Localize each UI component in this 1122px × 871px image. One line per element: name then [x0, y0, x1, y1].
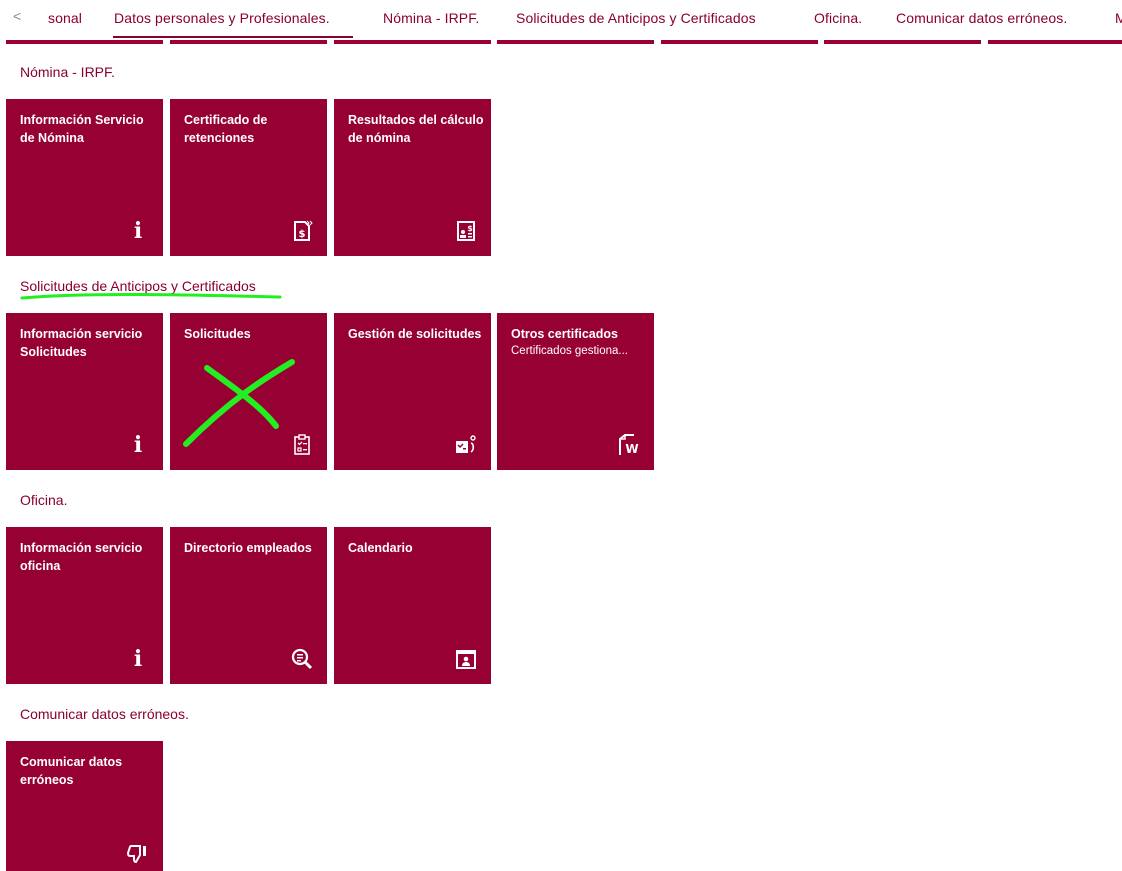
active-tab-indicator	[113, 36, 353, 38]
info-icon: i	[133, 218, 143, 244]
tile-subtitle: Certificados gestiona...	[511, 345, 628, 357]
tab-comunicar[interactable]: Comunicar datos erróneos.	[896, 10, 1067, 26]
tile-strip	[824, 40, 981, 44]
tile-title: Resultados del cálculo de nómina	[348, 113, 484, 145]
request-management-icon	[453, 432, 479, 458]
section-title-solicitudes: Solicitudes de Anticipos y Certificados	[20, 278, 256, 294]
tile-title: Información servicio Solicitudes	[20, 327, 143, 359]
section-title-oficina: Oficina.	[20, 492, 68, 508]
svg-text:$: $	[467, 224, 473, 233]
clipboard-checklist-icon	[289, 432, 315, 458]
tile-title: Información servicio oficina	[20, 541, 143, 573]
calendar-person-icon	[453, 646, 479, 672]
tile-title: Directorio empleados	[184, 541, 312, 555]
payslip-icon: $	[453, 218, 479, 244]
tile-directorio-empleados[interactable]: Directorio empleados	[170, 527, 327, 684]
word-document-icon: W	[616, 432, 642, 458]
tile-gestion-solicitudes[interactable]: Gestión de solicitudes	[334, 313, 491, 470]
info-icon: i	[133, 646, 143, 672]
section-title-comunicar: Comunicar datos erróneos.	[20, 706, 189, 722]
tab-solicitudes[interactable]: Solicitudes de Anticipos y Certificados	[516, 10, 756, 26]
tile-title: Solicitudes	[184, 327, 251, 341]
tile-informacion-servicio-oficina[interactable]: Información servicio oficina i	[6, 527, 163, 684]
tile-title: Otros certificados	[511, 327, 618, 341]
tile-solicitudes[interactable]: Solicitudes	[170, 313, 327, 470]
tab-bar: < sonal Datos personales y Profesionales…	[0, 0, 1122, 38]
tile-resultados-calculo-nomina[interactable]: Resultados del cálculo de nómina $	[334, 99, 491, 256]
tile-strip	[6, 40, 163, 44]
tab-datos-personales[interactable]: Datos personales y Profesionales.	[114, 10, 330, 26]
tile-title: Calendario	[348, 541, 413, 555]
tile-strip	[661, 40, 818, 44]
tile-informacion-servicio-solicitudes[interactable]: Información servicio Solicitudes i	[6, 313, 163, 470]
chevron-left-icon[interactable]: <	[13, 8, 21, 24]
tab-nomina[interactable]: Nómina - IRPF.	[383, 10, 479, 26]
green-underline-annotation	[20, 292, 282, 300]
tile-otros-certificados[interactable]: Otros certificados Certificados gestiona…	[497, 313, 654, 470]
tab-oficina[interactable]: Oficina.	[814, 10, 862, 26]
document-money-icon: $	[289, 218, 315, 244]
tile-strip	[497, 40, 654, 44]
search-list-icon	[289, 646, 315, 672]
tile-title: Comunicar datos erróneos	[20, 755, 123, 787]
svg-text:$: $	[299, 229, 306, 240]
tile-strip	[170, 40, 327, 44]
tab-personal[interactable]: sonal	[48, 10, 82, 26]
info-icon: i	[133, 432, 143, 458]
thumbs-down-icon	[125, 841, 151, 867]
tile-informacion-servicio-nomina[interactable]: Información Servicio de Nómina i	[6, 99, 163, 256]
section-title-nomina: Nómina - IRPF.	[20, 64, 115, 80]
tile-calendario[interactable]: Calendario	[334, 527, 491, 684]
tile-title: Información Servicio de Nómina	[20, 113, 144, 145]
tile-title: Gestión de solicitudes	[348, 327, 482, 341]
tile-comunicar-datos-erroneos[interactable]: Comunicar datos erróneos	[6, 741, 163, 871]
tile-title: Certificado de retenciones	[184, 113, 268, 145]
tile-certificado-retenciones[interactable]: Certificado de retenciones $	[170, 99, 327, 256]
tile-strip	[988, 40, 1122, 44]
tile-strip	[334, 40, 491, 44]
svg-text:W: W	[625, 442, 638, 456]
tab-more[interactable]: M	[1115, 10, 1122, 26]
